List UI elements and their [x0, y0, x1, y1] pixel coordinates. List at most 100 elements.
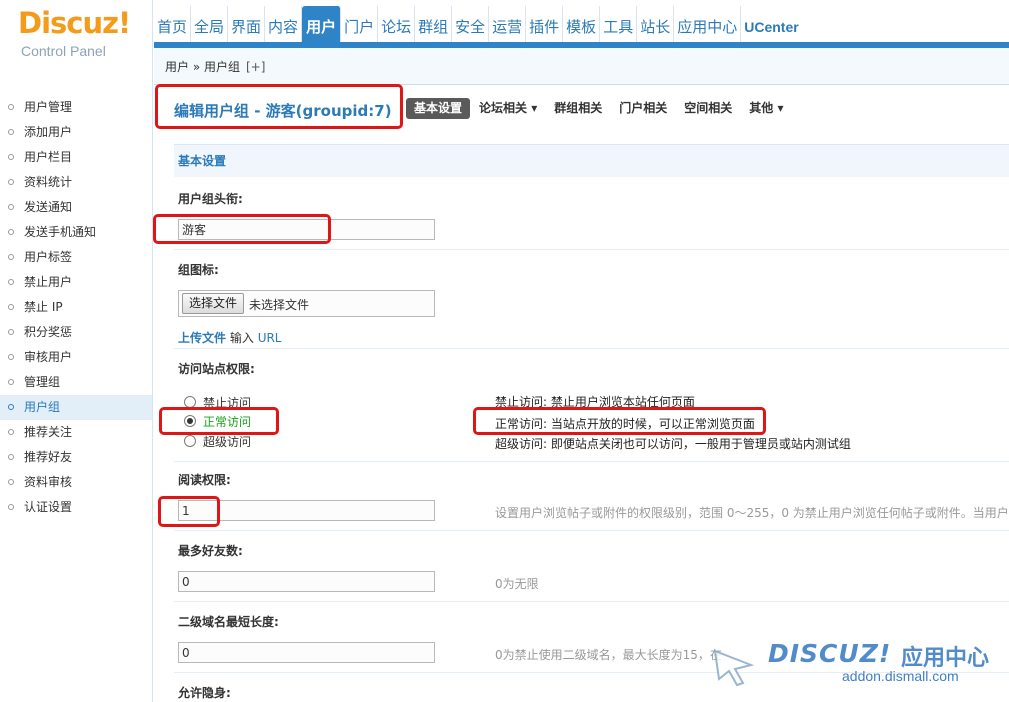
- sidebar-item-ban-ip[interactable]: 禁止 IP: [0, 295, 152, 320]
- bullet-icon: [8, 154, 14, 160]
- bullet-icon: [8, 329, 14, 335]
- read-access-label: 阅读权限:: [178, 473, 231, 487]
- header: Discuz! Control Panel 首页 全局 界面 内容 用户 门户 …: [0, 0, 1009, 85]
- domain-length-label: 二级域名最短长度:: [178, 615, 279, 629]
- sidebar-item-profile-stats[interactable]: 资料统计: [0, 170, 152, 195]
- sidebar-item-ban-user[interactable]: 禁止用户: [0, 270, 152, 295]
- watermark: DISCUZ! 应用中心 addon.dismall.com: [713, 635, 1003, 695]
- bullet-icon: [8, 229, 14, 235]
- max-friends-input[interactable]: [178, 571, 435, 592]
- sidebar-item-verify-settings[interactable]: 认证设置: [0, 495, 152, 520]
- topnav-security[interactable]: 安全: [452, 6, 490, 42]
- radio-circle-icon: [184, 435, 196, 447]
- sidebar-item-review-users[interactable]: 审核用户: [0, 345, 152, 370]
- bullet-icon: [8, 379, 14, 385]
- sidebar-item-user-groups[interactable]: 用户组: [0, 395, 152, 420]
- tab-forum-related[interactable]: 论坛相关 ▾: [471, 98, 545, 119]
- domain-length-input[interactable]: [178, 642, 435, 663]
- bullet-icon: [8, 204, 14, 210]
- tab-space-related[interactable]: 空间相关: [676, 98, 740, 119]
- tab-portal-related[interactable]: 门户相关: [611, 98, 675, 119]
- bullet-icon: [8, 254, 14, 260]
- url-link[interactable]: URL: [258, 331, 282, 345]
- divider: [174, 461, 1009, 462]
- divider: [174, 530, 1009, 531]
- watermark-url: addon.dismall.com: [842, 668, 959, 684]
- upload-mode-links: 上传文件 输入 URL: [178, 329, 282, 346]
- topnav-interface[interactable]: 界面: [228, 6, 266, 42]
- group-icon-file-picker: 选择文件 未选择文件: [178, 290, 435, 317]
- sidebar-menu: 用户管理 添加用户 用户栏目 资料统计 发送通知 发送手机通知 用户标签 禁止用…: [0, 85, 152, 520]
- cursor-arrow-icon: [713, 649, 755, 687]
- sidebar-item-profile-review[interactable]: 资料审核: [0, 470, 152, 495]
- top-navigation: 首页 全局 界面 内容 用户 门户 论坛 群组 安全 运营 插件 模板 工具 站…: [154, 6, 802, 42]
- divider: [174, 348, 1009, 349]
- topnav-content[interactable]: 内容: [265, 6, 303, 42]
- highlight-page-title: [155, 84, 403, 129]
- highlight-normal-access-desc: [473, 407, 766, 435]
- topnav-portal[interactable]: 门户: [341, 6, 379, 42]
- divider: [174, 249, 1009, 250]
- desc-super-access: 超级访问: 即便站点关闭也可以访问，一般用于管理员或站内测试组: [495, 437, 851, 451]
- add-shortcut-link[interactable]: [+]: [246, 60, 265, 74]
- tab-basic-settings[interactable]: 基本设置: [406, 98, 471, 119]
- choose-file-button[interactable]: 选择文件: [182, 293, 245, 314]
- topnav-ucenter[interactable]: UCenter: [741, 6, 801, 42]
- topnav-operation[interactable]: 运营: [489, 6, 527, 42]
- topnav-home[interactable]: 首页: [154, 6, 192, 42]
- topnav-plugin[interactable]: 插件: [526, 6, 564, 42]
- read-access-tip: 设置用户浏览帖子或附件的权限级别，范围 0～255，0 为禁止用户浏览任何帖子或…: [495, 506, 1009, 520]
- upload-file-link[interactable]: 上传文件: [178, 331, 226, 345]
- group-title-label: 用户组头衔:: [178, 192, 243, 206]
- watermark-logo: DISCUZ!: [768, 639, 892, 668]
- sidebar-item-recommend-friends[interactable]: 推荐好友: [0, 445, 152, 470]
- topnav-webmaster[interactable]: 站长: [637, 6, 675, 42]
- logo-subtitle: Control Panel: [21, 43, 106, 59]
- breadcrumb: 用户 » 用户组 [+]: [154, 48, 1009, 85]
- divider: [174, 601, 1009, 602]
- logo-brand: Discuz!: [18, 6, 131, 40]
- bullet-icon: [8, 304, 14, 310]
- sidebar-item-user-columns[interactable]: 用户栏目: [0, 145, 152, 170]
- sidebar-item-user-tags[interactable]: 用户标签: [0, 245, 152, 270]
- settings-tabs: 基本设置 论坛相关 ▾ 群组相关 门户相关 空间相关 其他 ▾: [406, 98, 792, 119]
- bullet-icon: [8, 279, 14, 285]
- tab-group-related[interactable]: 群组相关: [546, 98, 610, 119]
- discuz-logo[interactable]: Discuz! Control Panel: [0, 0, 153, 85]
- max-friends-tip: 0为无限: [495, 577, 539, 591]
- radio-super-access[interactable]: 超级访问: [184, 433, 251, 449]
- group-icon-label: 组图标:: [178, 263, 219, 277]
- bullet-icon: [8, 429, 14, 435]
- sidebar-item-user-manage[interactable]: 用户管理: [0, 95, 152, 120]
- sidebar-item-credit-rewards[interactable]: 积分奖惩: [0, 320, 152, 345]
- topnav-template[interactable]: 模板: [563, 6, 601, 42]
- access-permission-label: 访问站点权限:: [178, 362, 255, 376]
- control-panel-app: Discuz! Control Panel 首页 全局 界面 内容 用户 门户 …: [0, 0, 1009, 702]
- topnav-user[interactable]: 用户: [302, 6, 342, 42]
- topnav-group[interactable]: 群组: [415, 6, 453, 42]
- allow-invisible-label: 允许隐身:: [178, 686, 231, 700]
- sidebar-item-admin-groups[interactable]: 管理组: [0, 370, 152, 395]
- bullet-icon: [8, 354, 14, 360]
- sidebar-item-send-notice[interactable]: 发送通知: [0, 195, 152, 220]
- sidebar-item-add-user[interactable]: 添加用户: [0, 120, 152, 145]
- topnav-tools[interactable]: 工具: [600, 6, 638, 42]
- bullet-icon: [8, 454, 14, 460]
- bullet-icon: [8, 504, 14, 510]
- section-title-basic: 基本设置: [174, 144, 1009, 177]
- sidebar-item-recommend-follow[interactable]: 推荐关注: [0, 420, 152, 445]
- breadcrumb-text: 用户 » 用户组: [165, 60, 240, 74]
- bullet-icon: [8, 129, 14, 135]
- bullet-icon: [8, 104, 14, 110]
- topnav-global[interactable]: 全局: [191, 6, 229, 42]
- sidebar: 用户管理 添加用户 用户栏目 资料统计 发送通知 发送手机通知 用户标签 禁止用…: [0, 85, 153, 702]
- max-friends-label: 最多好友数:: [178, 544, 243, 558]
- bullet-icon: [8, 479, 14, 485]
- sidebar-item-send-mobile-notice[interactable]: 发送手机通知: [0, 220, 152, 245]
- bullet-icon: [8, 404, 14, 410]
- topnav-app-center[interactable]: 应用中心: [674, 6, 742, 42]
- bullet-icon: [8, 179, 14, 185]
- topnav-forum[interactable]: 论坛: [378, 6, 416, 42]
- tab-other[interactable]: 其他 ▾: [741, 98, 791, 119]
- highlight-group-title: [153, 214, 331, 244]
